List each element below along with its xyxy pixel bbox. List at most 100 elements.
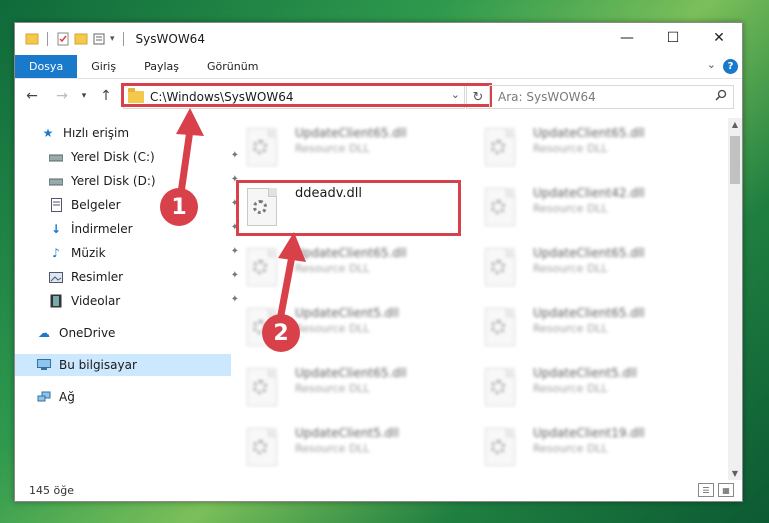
vertical-scrollbar[interactable]: ▲ ▼ xyxy=(728,118,742,480)
chevron-down-icon[interactable]: ▾ xyxy=(110,34,115,44)
search-icon xyxy=(715,89,727,101)
file-type: Resource DLL xyxy=(533,262,608,275)
step-badge-1: 1 xyxy=(160,188,198,226)
drive-icon xyxy=(49,174,63,188)
file-name: UpdateClient19.dll xyxy=(533,426,645,440)
arrow-right-icon: → xyxy=(56,88,68,104)
sidebar-item-label: Yerel Disk (D:) xyxy=(71,174,156,188)
file-name: UpdateClient65.dll xyxy=(533,126,645,140)
arrow-up-icon: ↑ xyxy=(100,88,112,104)
gear-icon xyxy=(491,440,505,454)
file-type: Resource DLL xyxy=(295,442,370,455)
scroll-down-icon[interactable]: ▼ xyxy=(728,469,742,478)
file-name: UpdateClient5.dll xyxy=(533,366,637,380)
sidebar-item-label: İndirmeler xyxy=(71,222,133,236)
file-item[interactable]: UpdateClient5.dll Resource DLL xyxy=(239,422,464,468)
tab-view[interactable]: Görünüm xyxy=(193,55,272,78)
new-folder-icon[interactable] xyxy=(74,32,88,46)
sidebar-item-label: Resimler xyxy=(71,270,124,284)
download-icon: ↓ xyxy=(50,222,62,236)
gear-icon xyxy=(491,200,505,214)
drive-icon xyxy=(49,150,63,164)
tab-file[interactable]: Dosya xyxy=(15,55,78,78)
gear-icon xyxy=(491,320,505,334)
sidebar-item-label: Videolar xyxy=(71,294,121,308)
file-name: UpdateClient65.dll xyxy=(533,246,645,260)
window-controls: — ☐ ✕ xyxy=(604,23,742,53)
file-item[interactable]: UpdateClient5.dll Resource DLL xyxy=(477,362,702,414)
gear-icon xyxy=(253,140,267,154)
explorer-window: ▾ SysWOW64 — ☐ ✕ Dosya Giriş Paylaş Görü… xyxy=(14,22,743,502)
back-button[interactable]: ← xyxy=(23,87,41,105)
tab-share[interactable]: Paylaş xyxy=(130,55,193,78)
expand-ribbon-icon[interactable]: ⌄ xyxy=(707,58,716,71)
file-type: Resource DLL xyxy=(533,442,608,455)
quick-access-toolbar: ▾ xyxy=(25,32,128,46)
divider xyxy=(47,32,48,46)
sidebar-item-label: OneDrive xyxy=(59,326,116,340)
close-button[interactable]: ✕ xyxy=(696,23,742,53)
sidebar-item-music[interactable]: ♪ Müzik ✦ xyxy=(15,242,243,264)
file-name: UpdateClient65.dll xyxy=(533,306,645,320)
file-type: Resource DLL xyxy=(295,142,370,155)
sidebar-item-pictures[interactable]: Resimler ✦ xyxy=(15,266,243,288)
file-item[interactable]: UpdateClient65.dll Resource DLL xyxy=(477,302,702,354)
properties-icon[interactable] xyxy=(56,32,70,46)
gear-icon xyxy=(491,140,505,154)
ribbon-tabs: Dosya Giriş Paylaş Görünüm ⌄ ? xyxy=(15,55,742,79)
document-icon xyxy=(49,198,63,212)
sidebar-item-label: Müzik xyxy=(71,246,106,260)
file-item[interactable]: UpdateClient65.dll Resource DLL xyxy=(477,122,702,174)
recent-locations-button[interactable]: ▾ xyxy=(75,87,93,105)
file-type: Resource DLL xyxy=(533,382,608,395)
details-view-icon[interactable]: ☰ xyxy=(698,483,714,497)
file-name: UpdateClient65.dll xyxy=(295,126,407,140)
file-type: Resource DLL xyxy=(295,382,370,395)
item-count: 145 öğe xyxy=(29,483,74,497)
title-bar: ▾ SysWOW64 — ☐ ✕ xyxy=(15,23,742,55)
help-icon[interactable]: ? xyxy=(723,59,738,74)
sidebar-item-videos[interactable]: Videolar ✦ xyxy=(15,290,243,312)
folder-icon xyxy=(25,33,39,45)
file-item[interactable]: UpdateClient42.dll Resource DLL xyxy=(477,182,702,234)
minimize-button[interactable]: — xyxy=(604,23,650,53)
sidebar-item-label: Yerel Disk (C:) xyxy=(71,150,155,164)
file-item[interactable]: UpdateClient19.dll Resource DLL xyxy=(477,422,702,468)
gear-icon xyxy=(253,440,267,454)
sidebar-item-label: Bu bilgisayar xyxy=(59,358,137,372)
sidebar-item-this-pc[interactable]: Bu bilgisayar xyxy=(15,354,231,376)
gear-icon xyxy=(491,260,505,274)
navigation-bar: ← → ▾ ↑ C:\Windows\SysWOW64 ⌄ ↻ Ara: Sys… xyxy=(15,80,742,112)
sidebar-item-onedrive[interactable]: ☁ OneDrive xyxy=(15,322,231,344)
step-badge-2: 2 xyxy=(262,314,300,352)
file-item[interactable]: UpdateClient65.dll Resource DLL xyxy=(239,122,464,174)
file-name: UpdateClient42.dll xyxy=(533,186,645,200)
forward-button[interactable]: → xyxy=(53,87,71,105)
chevron-down-icon: ▾ xyxy=(81,91,87,101)
customize-icon[interactable] xyxy=(92,32,106,46)
file-item[interactable]: UpdateClient65.dll Resource DLL xyxy=(239,362,464,414)
music-icon: ♪ xyxy=(52,246,60,260)
tab-home[interactable]: Giriş xyxy=(77,55,130,78)
sidebar-item-downloads[interactable]: ↓ İndirmeler ✦ xyxy=(15,218,243,240)
gear-icon xyxy=(253,380,267,394)
scrollbar-thumb[interactable] xyxy=(730,136,740,184)
star-icon: ★ xyxy=(42,126,54,140)
up-button[interactable]: ↑ xyxy=(97,87,115,105)
arrow-left-icon: ← xyxy=(26,88,38,104)
maximize-button[interactable]: ☐ xyxy=(650,23,696,53)
file-item[interactable]: UpdateClient65.dll Resource DLL xyxy=(477,242,702,294)
scroll-up-icon[interactable]: ▲ xyxy=(728,120,742,129)
sidebar-item-network[interactable]: Ağ xyxy=(15,386,231,408)
search-input[interactable]: Ara: SysWOW64 xyxy=(489,85,734,109)
pictures-icon xyxy=(49,270,63,284)
large-icons-view-icon[interactable]: ▦ xyxy=(718,483,734,497)
computer-icon xyxy=(37,358,51,372)
video-icon xyxy=(49,294,63,308)
window-title: SysWOW64 xyxy=(135,32,205,46)
view-switcher: ☰ ▦ xyxy=(698,483,734,497)
file-type: Resource DLL xyxy=(533,142,608,155)
sidebar-item-label: Ağ xyxy=(59,390,75,404)
annotation-arrow-2 xyxy=(276,232,306,321)
file-type: Resource DLL xyxy=(533,322,608,335)
